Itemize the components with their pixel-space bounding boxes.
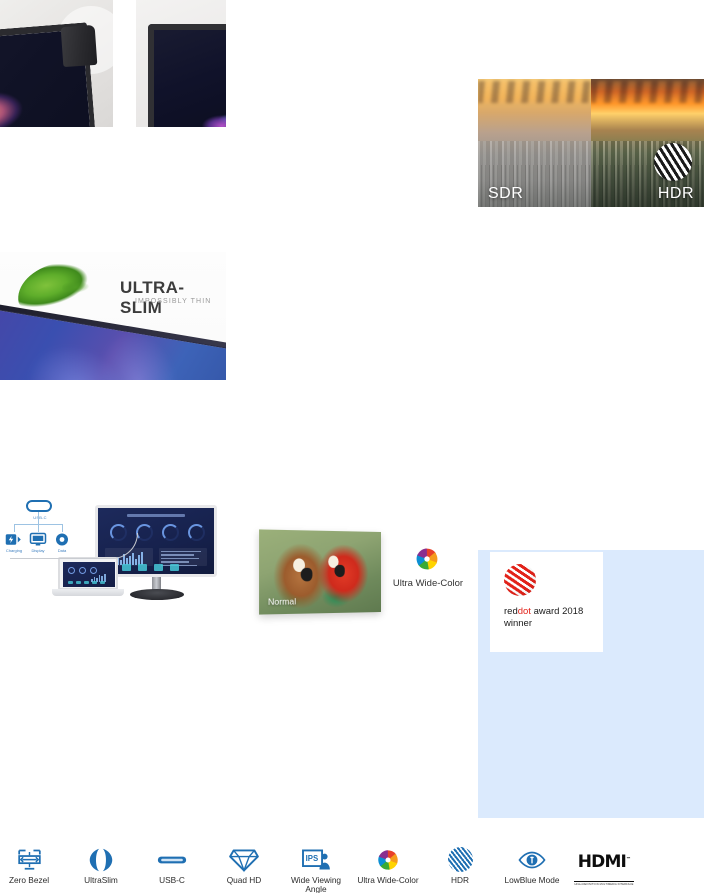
feature-icon-strip: Zero Bezel UltraSlim USB-C Quad HD IPS W… — [0, 846, 704, 893]
hdmi-wordmark: HDMI™ — [562, 852, 646, 872]
parrot-photo: Normal — [259, 529, 381, 615]
parrot-beak — [300, 567, 313, 582]
hdmi-logo: HDMI™ HIGH-DEFINITION MULTIMEDIA INTERFA… — [562, 852, 646, 890]
laptop-lid — [58, 557, 118, 590]
reddot-award-card: reddot award 2018 winner — [490, 552, 603, 652]
sdr-half: SDR — [478, 79, 591, 207]
monitor-screen — [148, 24, 226, 127]
reddot-logo-icon — [504, 564, 536, 596]
ultra-wide-color-group: Normal Ultra Wide-Color — [259, 529, 470, 624]
jellyfish-wallpaper — [194, 108, 226, 127]
reddot-brand-dot: dot — [517, 606, 531, 617]
hdr-half: HDR — [591, 79, 704, 207]
sdr-hdr-comparison: SDR HDR — [478, 79, 704, 207]
dashboard-title-bar — [127, 514, 185, 517]
laptop — [52, 557, 124, 599]
monitor-stand-base — [130, 589, 184, 600]
monitor-hinge — [60, 24, 98, 68]
ultra-wide-color-label: Ultra Wide-Color — [392, 578, 464, 589]
ultra-slim-photo: ULTRA-SLIM IMPOSSIBLY THIN — [0, 252, 226, 380]
hdr-label: HDR — [657, 185, 694, 202]
donut-chart — [188, 524, 205, 541]
donut-chart — [162, 524, 179, 541]
zero-bezel-photo-right — [136, 0, 226, 127]
reddot-brand-red: red — [504, 606, 518, 617]
sdr-label: SDR — [488, 185, 524, 202]
reddot-award-text: reddot award 2018 winner — [504, 606, 583, 630]
reddot-award-year: award 2018 — [530, 606, 584, 617]
reddot-winner-label: winner — [504, 618, 532, 629]
usb-c-cable — [10, 533, 138, 559]
svg-text:IPS: IPS — [306, 853, 319, 862]
product-feature-page: SDR HDR ULTRA-SLIM IMPOSSIBLY THIN USB-C — [0, 0, 704, 893]
ultra-wide-color-icon — [412, 544, 442, 574]
connector-line — [62, 524, 63, 532]
laptop-base — [52, 589, 124, 596]
reddot-award-panel: reddot award 2018 winner — [478, 550, 704, 818]
normal-label: Normal — [267, 597, 297, 607]
usb-c-port-icon — [26, 500, 52, 512]
usb-c-hub-label: USB-C — [33, 515, 47, 520]
hdmi-word-text: HDMI — [577, 852, 627, 872]
usb-c-docking-diagram: USB-C Charging Display Data — [0, 497, 226, 615]
laptop-screen — [63, 562, 115, 587]
jellyfish-wallpaper — [0, 76, 50, 127]
donut-chart — [136, 524, 153, 541]
zero-bezel-photo-left — [0, 0, 113, 127]
connector-line — [38, 512, 39, 524]
zero-bezel-photo-group — [0, 0, 226, 127]
connector-line — [14, 524, 15, 532]
hdr-badge-icon — [654, 143, 692, 181]
connector-line — [38, 524, 39, 532]
cloud-band — [591, 81, 704, 103]
feature-label-line2: Angle — [305, 884, 327, 893]
hdmi-trademark: ™ — [626, 856, 631, 863]
monitor-panel — [0, 308, 226, 380]
hdmi-subtitle: HIGH-DEFINITION MULTIMEDIA INTERFACE — [574, 881, 634, 886]
cloud-band — [478, 81, 591, 103]
ultra-slim-subtitle: IMPOSSIBLY THIN — [135, 298, 212, 305]
parrot-beak — [334, 564, 345, 578]
photo-gutter — [113, 0, 136, 127]
